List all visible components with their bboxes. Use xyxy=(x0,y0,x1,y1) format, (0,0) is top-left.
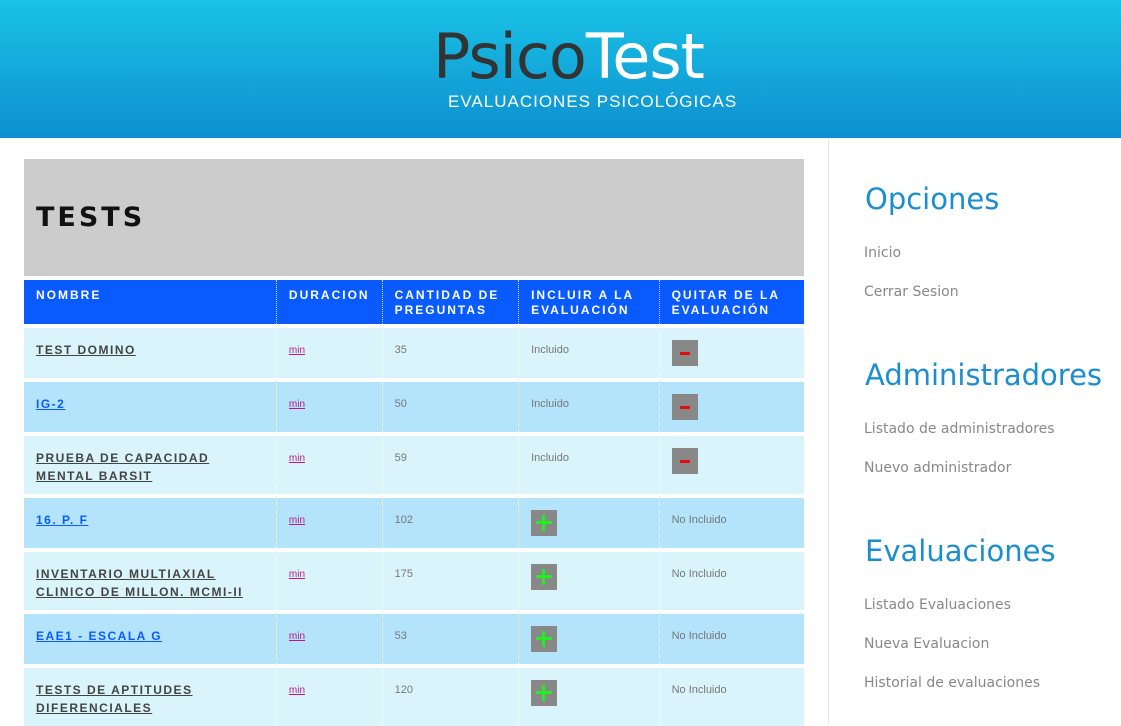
test-name-link[interactable]: EAE1 - ESCALA G xyxy=(36,629,162,643)
question-count: 175 xyxy=(382,548,520,610)
duration-link[interactable]: min xyxy=(289,569,305,580)
table-row: TESTS DE APTITUDES DIFERENCIALES min 120… xyxy=(24,664,804,726)
plus-icon[interactable] xyxy=(531,510,558,536)
remove-status: No Incluido xyxy=(659,548,804,610)
tests-table: NOMBRE DURACION CANTIDAD DE PREGUNTAS IN… xyxy=(24,280,804,726)
test-name-link[interactable]: 16. P. F xyxy=(36,513,88,527)
table-body: TEST DOMINO min 35 Incluido IG-2 min 50 … xyxy=(24,324,804,726)
remove-status: No Incluido xyxy=(659,494,804,548)
duration-link[interactable]: min xyxy=(289,515,305,526)
test-name-link[interactable]: TESTS DE APTITUDES DIFERENCIALES xyxy=(36,683,193,715)
include-status: Incluido xyxy=(519,378,660,432)
sidebar-link-inicio[interactable]: Inicio xyxy=(864,245,901,261)
table-row: TEST DOMINO min 35 Incluido xyxy=(24,324,804,378)
plus-icon[interactable] xyxy=(531,626,558,652)
sidebar-link-nuevo-administrador[interactable]: Nuevo administrador xyxy=(864,460,1011,476)
sidebar-heading-administradores: Administradores xyxy=(865,358,1103,392)
logo-subtitle: EVALUACIONES PSICOLÓGICAS xyxy=(448,92,738,111)
minus-icon[interactable] xyxy=(671,448,698,474)
page-title-box: TESTS xyxy=(24,159,804,276)
table-row: 16. P. F min 102 No Incluido xyxy=(24,494,804,548)
test-name-link[interactable]: TEST DOMINO xyxy=(36,343,136,357)
remove-status: No Incluido xyxy=(659,610,804,664)
test-name-link[interactable]: IG-2 xyxy=(36,397,65,411)
sidebar-link-nueva-evaluacion[interactable]: Nueva Evaluacion xyxy=(864,636,989,652)
question-count: 35 xyxy=(382,324,520,378)
question-count: 102 xyxy=(382,494,520,548)
include-status: Incluido xyxy=(519,432,660,494)
logo-psico: Psico xyxy=(433,20,587,93)
plus-icon[interactable] xyxy=(531,564,558,590)
test-name-link[interactable]: INVENTARIO MULTIAXIAL CLINICO DE MILLON.… xyxy=(36,567,243,599)
include-status: Incluido xyxy=(519,324,660,378)
sidebar-link-cerrar-sesion[interactable]: Cerrar Sesion xyxy=(864,284,959,300)
column-header-nombre: NOMBRE xyxy=(24,280,277,324)
table-row: INVENTARIO MULTIAXIAL CLINICO DE MILLON.… xyxy=(24,548,804,610)
column-header-cantidad: CANTIDAD DE PREGUNTAS xyxy=(382,280,520,324)
column-header-quitar: QUITAR DE LA EVALUACIÓN xyxy=(659,280,804,324)
duration-link[interactable]: min xyxy=(289,399,305,410)
site-header: PsicoTest EVALUACIONES PSICOLÓGICAS xyxy=(0,0,1121,138)
question-count: 120 xyxy=(382,664,520,726)
sidebar-link-listado-administradores[interactable]: Listado de administradores xyxy=(864,421,1055,437)
logo[interactable]: PsicoTest xyxy=(0,22,1121,92)
test-name-link[interactable]: PRUEBA DE CAPACIDAD MENTAL BARSIT xyxy=(36,451,209,483)
table-row: EAE1 - ESCALA G min 53 No Incluido xyxy=(24,610,804,664)
question-count: 50 xyxy=(382,378,520,432)
page-title: TESTS xyxy=(36,202,146,233)
duration-link[interactable]: min xyxy=(289,345,305,356)
question-count: 53 xyxy=(382,610,520,664)
question-count: 59 xyxy=(382,432,520,494)
sidebar-heading-evaluaciones: Evaluaciones xyxy=(865,534,1056,568)
duration-link[interactable]: min xyxy=(289,453,305,464)
plus-icon[interactable] xyxy=(531,680,558,706)
duration-link[interactable]: min xyxy=(289,631,305,642)
table-row: PRUEBA DE CAPACIDAD MENTAL BARSIT min 59… xyxy=(24,432,804,494)
sidebar-link-historial-evaluaciones[interactable]: Historial de evaluaciones xyxy=(864,675,1040,691)
column-header-duracion: DURACION xyxy=(276,280,383,324)
logo-test: Test xyxy=(585,20,705,93)
duration-link[interactable]: min xyxy=(289,685,305,696)
main-content: TESTS NOMBRE DURACION CANTIDAD DE PREGUN… xyxy=(24,159,804,726)
minus-icon[interactable] xyxy=(671,394,698,420)
column-header-incluir: INCLUIR A LA EVALUACIÓN xyxy=(519,280,660,324)
sidebar-link-listado-evaluaciones[interactable]: Listado Evaluaciones xyxy=(864,597,1011,613)
remove-status: No Incluido xyxy=(659,664,804,726)
sidebar-divider xyxy=(828,138,829,724)
table-row: IG-2 min 50 Incluido xyxy=(24,378,804,432)
sidebar-heading-opciones: Opciones xyxy=(865,182,1000,216)
table-header-row: NOMBRE DURACION CANTIDAD DE PREGUNTAS IN… xyxy=(24,280,804,324)
minus-icon[interactable] xyxy=(671,340,698,366)
